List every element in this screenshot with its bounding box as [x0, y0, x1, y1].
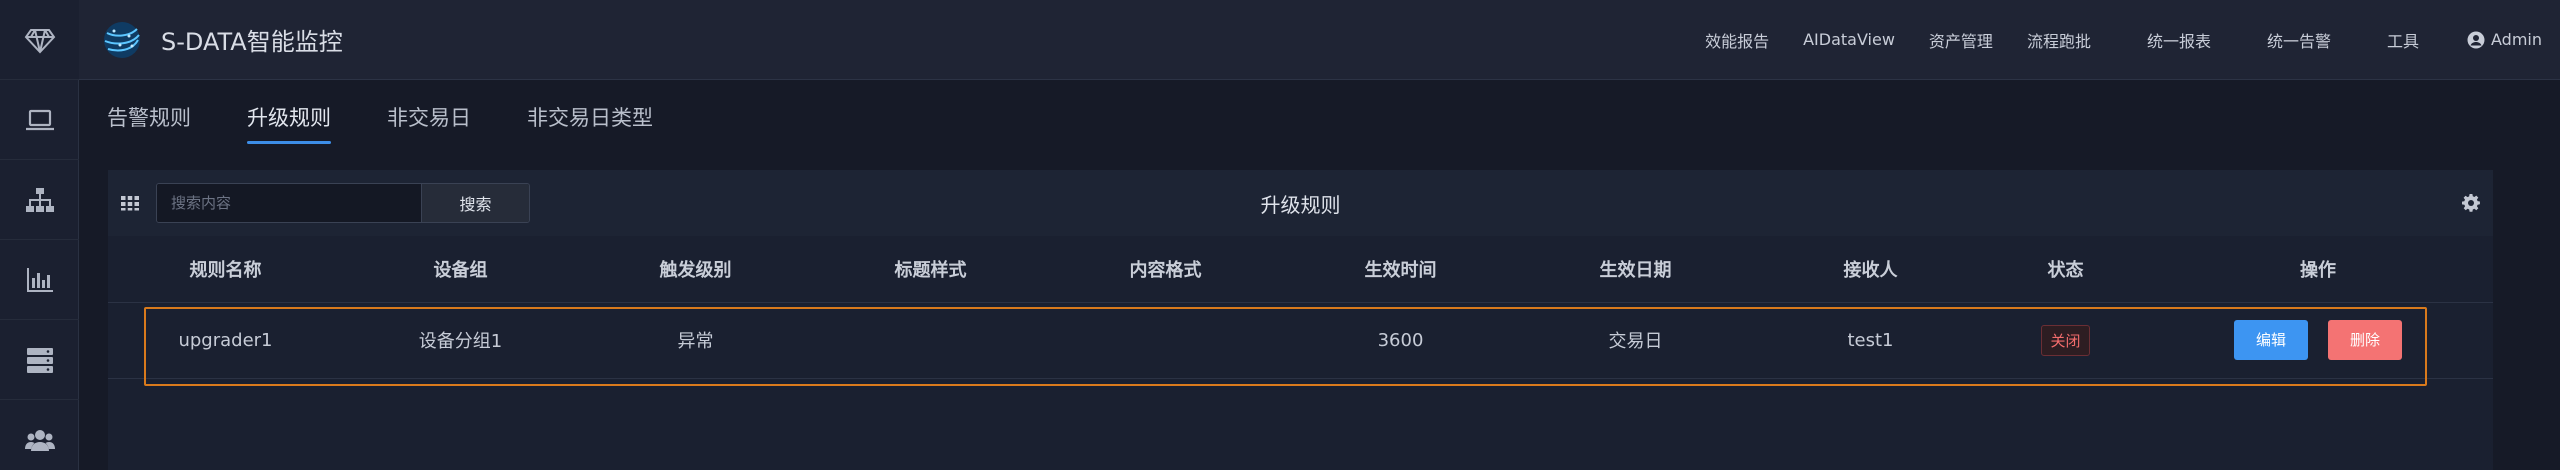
table-row[interactable]: upgrader1 设备分组1 异常 3600 交易日 test1 关闭 编辑删…: [108, 302, 2493, 379]
cell-status: 关闭: [1988, 302, 2143, 379]
tab-non-trading-days[interactable]: 非交易日: [387, 80, 471, 144]
rail-topology[interactable]: [0, 160, 79, 240]
col-header-rule-name: 规则名称: [108, 236, 343, 303]
tab-non-trading-day-types[interactable]: 非交易日类型: [527, 80, 653, 144]
nav-item-aidataview[interactable]: AIDataView: [1803, 30, 1895, 49]
panel-toolbar: 搜索 升级规则: [108, 170, 2493, 236]
delete-button[interactable]: 删除: [2328, 320, 2402, 360]
user-circle-icon: [2467, 31, 2485, 48]
col-header-device-group: 设备组: [343, 236, 578, 303]
cell-actions: 编辑 删除: [2143, 302, 2493, 379]
status-badge: 关闭: [2041, 324, 2090, 356]
laptop-icon: [25, 109, 54, 130]
nav-item-unified-alert[interactable]: 统一告警: [2267, 28, 2331, 52]
col-header-content-format: 内容格式: [1048, 236, 1283, 303]
bar-chart-icon: [26, 267, 53, 292]
col-header-actions: 操作: [2143, 236, 2493, 303]
cell-content-format: [1048, 302, 1283, 379]
cell-device-group: 设备分组1: [343, 302, 578, 379]
search-button[interactable]: 搜索: [421, 184, 529, 222]
cell-title-style: [813, 302, 1048, 379]
nav-item-unified-report[interactable]: 统一报表: [2147, 28, 2211, 52]
edit-button[interactable]: 编辑: [2234, 320, 2308, 360]
tab-alert-rules[interactable]: 告警规则: [107, 80, 191, 144]
server-icon: [26, 347, 53, 373]
table-header-row: 规则名称 设备组 触发级别 标题样式 内容格式 生效时间 生效日期 接收人 状态…: [108, 236, 2493, 303]
app-title: S-DATA智能监控: [161, 28, 343, 56]
search-input[interactable]: [157, 184, 421, 222]
cell-receiver: test1: [1753, 302, 1988, 379]
sitemap-icon: [25, 187, 54, 212]
nav-item-process-batch[interactable]: 流程跑批: [2027, 28, 2091, 52]
top-bar: S-DATA智能监控 效能报告 AIDataView 资产管理 流程跑批 统一报…: [79, 0, 2560, 80]
cell-effective-time: 3600: [1283, 302, 1518, 379]
tab-bar: 告警规则 升级规则 非交易日 非交易日类型: [79, 80, 2560, 165]
user-name: Admin: [2491, 30, 2542, 49]
diamond-icon: [24, 28, 55, 53]
gear-icon[interactable]: [2461, 193, 2481, 213]
rail-monitor[interactable]: [0, 80, 79, 160]
grid-icon[interactable]: [120, 193, 140, 213]
col-header-effective-date: 生效日期: [1518, 236, 1753, 303]
tab-upgrade-rules[interactable]: 升级规则: [247, 80, 331, 144]
user-menu[interactable]: Admin: [2467, 30, 2542, 49]
rail-home[interactable]: [0, 0, 79, 80]
top-nav: 效能报告 AIDataView 资产管理 流程跑批 统一报表 统一告警 工具 A…: [1705, 0, 2560, 80]
rules-panel: 搜索 升级规则 规则名称 设备组 触发级别 标题样式 内容格式 生效时间: [108, 170, 2493, 470]
side-rail: [0, 0, 79, 470]
app-root: S-DATA智能监控 效能报告 AIDataView 资产管理 流程跑批 统一报…: [0, 0, 2560, 470]
cell-trigger-level: 异常: [578, 302, 813, 379]
col-header-trigger-level: 触发级别: [578, 236, 813, 303]
rail-reports[interactable]: [0, 240, 79, 320]
cell-effective-date: 交易日: [1518, 302, 1753, 379]
col-header-status: 状态: [1988, 236, 2143, 303]
col-header-receiver: 接收人: [1753, 236, 1988, 303]
col-header-title-style: 标题样式: [813, 236, 1048, 303]
col-header-effective-time: 生效时间: [1283, 236, 1518, 303]
nav-item-tools[interactable]: 工具: [2387, 28, 2419, 52]
brand[interactable]: S-DATA智能监控: [101, 19, 343, 61]
nav-item-asset-management[interactable]: 资产管理: [1929, 28, 1993, 52]
brand-logo-icon: [104, 21, 140, 58]
rail-users[interactable]: [0, 400, 79, 470]
rules-table: 规则名称 设备组 触发级别 标题样式 内容格式 生效时间 生效日期 接收人 状态…: [108, 236, 2493, 379]
users-icon: [24, 429, 55, 451]
rail-servers[interactable]: [0, 320, 79, 400]
search-group: 搜索: [156, 183, 530, 223]
cell-rule-name: upgrader1: [108, 302, 343, 379]
nav-item-performance-report[interactable]: 效能报告: [1705, 28, 1769, 52]
